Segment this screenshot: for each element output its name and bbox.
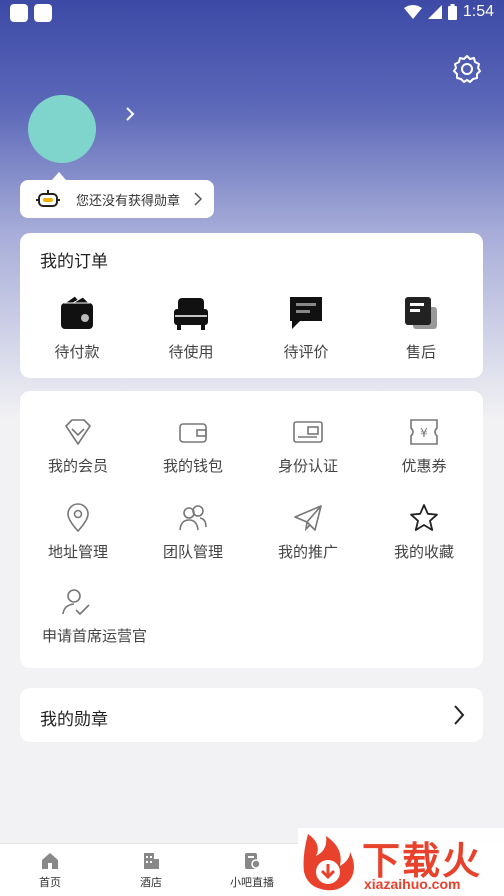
wallet-icon — [61, 295, 93, 329]
service-label: 优惠券 — [401, 457, 447, 475]
order-item-label: 待付款 — [54, 343, 100, 361]
sofa-icon — [174, 298, 208, 330]
tab-label: 酒店 — [140, 876, 162, 889]
signal-icon — [427, 5, 442, 19]
service-favorites[interactable]: 我的收藏 — [374, 503, 474, 562]
tab-live[interactable]: 小吧直播 — [217, 852, 287, 890]
app-notification-icon — [34, 4, 52, 22]
service-team[interactable]: 团队管理 — [143, 503, 243, 562]
user-apply-icon — [62, 589, 90, 616]
service-coupon[interactable]: ¥ 优惠券 — [374, 417, 474, 476]
order-item-label: 待评价 — [283, 343, 329, 361]
order-item-label: 待使用 — [168, 343, 214, 361]
chevron-right-icon[interactable] — [122, 104, 138, 124]
status-bar: 1:54 — [0, 0, 504, 26]
app-notification-icon — [10, 4, 28, 22]
svg-text:¥: ¥ — [420, 426, 428, 440]
service-wallet[interactable]: 我的钱包 — [143, 417, 243, 476]
star-icon — [410, 504, 438, 531]
services-card: 我的会员 我的钱包 身份认证 ¥ 优惠券 地址管理 团队管理 我的推广 我的收藏… — [20, 391, 483, 668]
order-to-review[interactable]: 待评价 — [266, 295, 346, 362]
tab-label: 小吧直播 — [230, 876, 274, 889]
order-to-use[interactable]: 待使用 — [151, 295, 231, 362]
comment-icon — [290, 297, 322, 329]
paper-plane-icon — [294, 505, 322, 532]
watermark: 下载火 xiazaihuo.com — [298, 828, 504, 896]
service-label: 身份认证 — [277, 457, 338, 475]
orders-card: 我的订单 待付款 待使用 待评价 售后 — [20, 233, 483, 378]
service-address[interactable]: 地址管理 — [28, 503, 128, 562]
location-pin-icon — [67, 503, 89, 533]
service-membership[interactable]: 我的会员 — [28, 417, 128, 476]
battery-icon — [447, 4, 457, 20]
status-time: 1:54 — [462, 3, 494, 20]
document-icon — [405, 297, 437, 329]
watermark-url: xiazaihuo.com — [364, 876, 461, 892]
badge-tip-text: 您还没有获得勋章 — [76, 193, 181, 209]
service-label: 我的推广 — [277, 543, 338, 561]
order-pending-payment[interactable]: 待付款 — [37, 295, 117, 362]
avatar[interactable] — [28, 95, 96, 163]
service-label: 我的会员 — [47, 457, 108, 475]
flame-logo-icon — [303, 834, 354, 891]
service-promotion[interactable]: 我的推广 — [258, 503, 358, 562]
order-after-sales[interactable]: 售后 — [381, 295, 461, 362]
team-icon — [179, 505, 207, 531]
live-icon — [245, 853, 261, 869]
coupon-icon: ¥ — [410, 419, 438, 445]
medals-title: 我的勋章 — [40, 710, 108, 730]
my-medals-row[interactable]: 我的勋章 — [20, 688, 483, 742]
home-icon — [42, 853, 58, 869]
robot-icon — [36, 190, 60, 207]
settings-gear-icon[interactable] — [452, 54, 482, 84]
orders-title: 我的订单 — [40, 252, 108, 272]
chevron-right-icon — [454, 705, 465, 725]
service-label: 申请首席运营官 — [42, 627, 148, 645]
order-item-label: 售后 — [405, 343, 436, 361]
service-identity[interactable]: 身份认证 — [258, 417, 358, 476]
service-apply-coo[interactable]: 申请首席运营官 — [42, 587, 172, 646]
service-label: 团队管理 — [162, 543, 223, 561]
chevron-right-icon — [194, 192, 202, 206]
badge-tip[interactable]: 您还没有获得勋章 — [20, 172, 214, 218]
hotel-icon — [144, 853, 159, 869]
wifi-icon — [403, 5, 422, 19]
service-label: 地址管理 — [47, 543, 108, 561]
tab-hotel[interactable]: 酒店 — [116, 852, 186, 890]
tab-label: 首页 — [39, 876, 61, 889]
service-label: 我的收藏 — [393, 543, 454, 561]
tab-home[interactable]: 首页 — [15, 852, 85, 890]
diamond-icon — [65, 419, 91, 445]
id-card-icon — [293, 421, 323, 443]
wallet-outline-icon — [179, 423, 207, 443]
service-label: 我的钱包 — [162, 457, 223, 475]
